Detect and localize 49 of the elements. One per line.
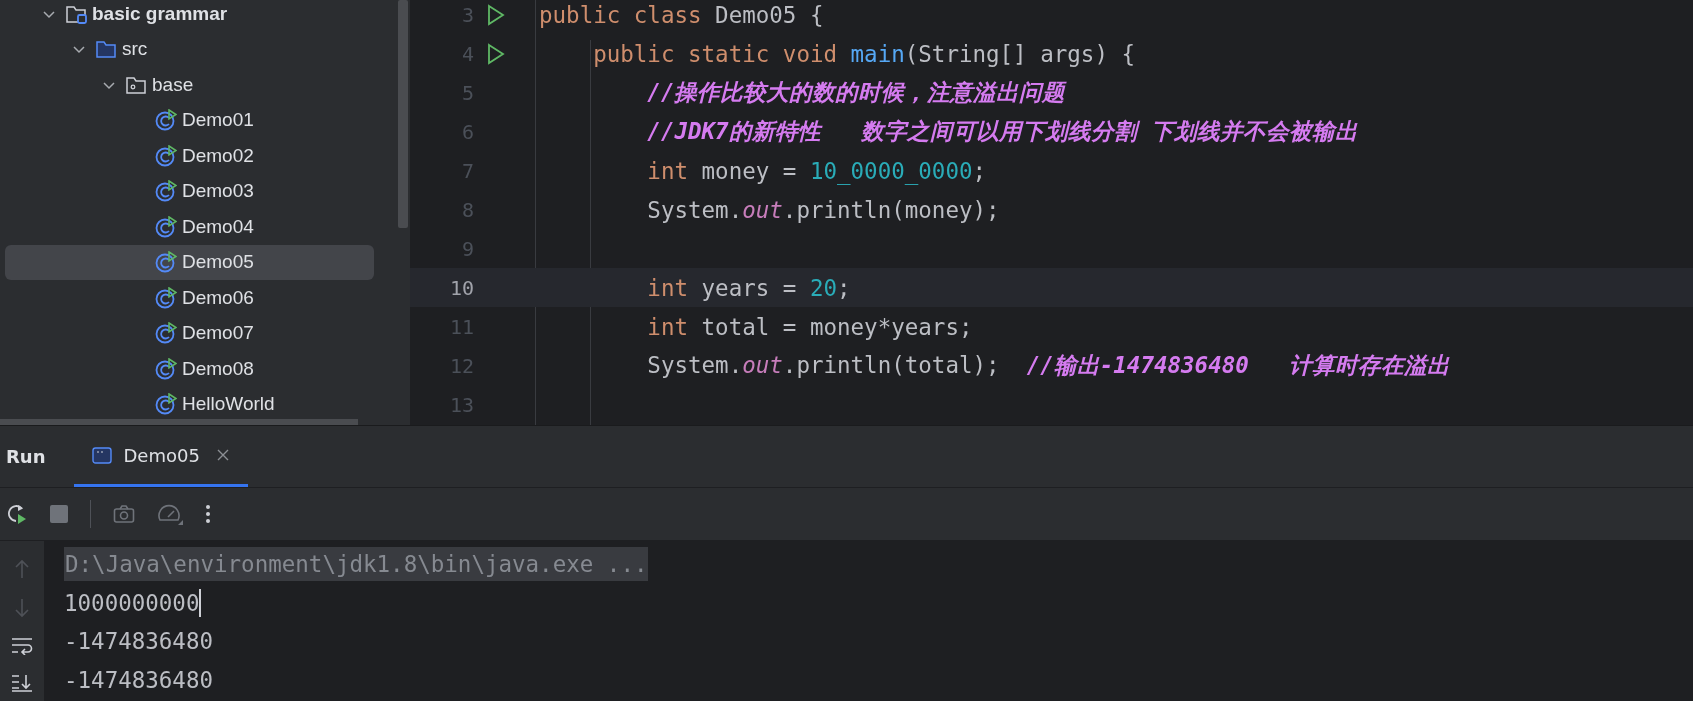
console-output: -1474836480 xyxy=(64,628,213,655)
scrollbar[interactable] xyxy=(0,419,358,425)
tree-item[interactable]: Demo07 xyxy=(5,315,374,351)
tree-item[interactable]: Demo06 xyxy=(5,280,374,316)
folder-icon xyxy=(95,38,117,61)
tree-item[interactable]: HelloWorld xyxy=(5,386,374,422)
code-line: System.out.println(total); //输出-1474836480 计算时存在溢出 xyxy=(646,351,1451,380)
tree-item[interactable]: Demo04 xyxy=(5,209,374,245)
soft-wrap-icon[interactable] xyxy=(11,637,33,655)
console-output: -1474836480 xyxy=(64,666,213,693)
class-run-icon xyxy=(155,322,177,345)
line-number: 10 xyxy=(448,275,474,300)
class-run-icon xyxy=(155,251,177,274)
class-run-icon xyxy=(155,393,177,416)
scroll-to-end-icon[interactable] xyxy=(11,674,33,692)
tree-item[interactable]: Demo03 xyxy=(5,173,374,209)
code-line: int years = 20; xyxy=(646,274,851,301)
code-line: int total = money*years; xyxy=(646,313,973,340)
scrollbar[interactable] xyxy=(398,0,408,228)
run-tab[interactable]: Demo05 xyxy=(73,426,248,487)
code-line: System.out.println(money); xyxy=(646,196,1000,223)
code-line: int money = 10_0000_0000; xyxy=(646,157,987,184)
class-run-icon xyxy=(155,144,177,167)
run-icon[interactable] xyxy=(486,42,506,65)
close-icon[interactable] xyxy=(215,448,230,462)
class-run-icon xyxy=(155,180,177,203)
tree-item[interactable]: basic grammar xyxy=(5,0,374,32)
class-run-icon xyxy=(155,109,177,132)
class-run-icon xyxy=(155,357,177,380)
tree-item[interactable]: Demo02 xyxy=(5,138,374,174)
console-output: 1000000000 xyxy=(64,589,200,616)
tree-item[interactable]: src xyxy=(5,31,374,67)
code-line: //操作比较大的数的时候，注意溢出问题 xyxy=(646,78,1066,107)
tree-item[interactable]: Demo05 xyxy=(5,244,374,280)
gauge-icon[interactable] xyxy=(157,503,183,525)
class-run-icon xyxy=(155,286,177,309)
more-icon[interactable] xyxy=(205,504,211,524)
camera-icon[interactable] xyxy=(113,504,135,524)
tree-item[interactable]: Demo01 xyxy=(5,102,374,138)
code-line: public static void main(String[] args) { xyxy=(592,40,1136,67)
tree-item[interactable]: Demo08 xyxy=(5,351,374,387)
rerun-icon[interactable] xyxy=(6,503,28,525)
code-line: //JDK7的新特性 数字之间可以用下划线分割 下划线并不会被输出 xyxy=(646,117,1358,146)
code-line: public class Demo05 { xyxy=(539,1,824,28)
class-run-icon xyxy=(155,215,177,238)
console-icon xyxy=(91,445,112,465)
run-icon[interactable] xyxy=(486,3,506,26)
panel-title: Run xyxy=(6,446,46,467)
tree-item[interactable]: base xyxy=(5,67,374,103)
